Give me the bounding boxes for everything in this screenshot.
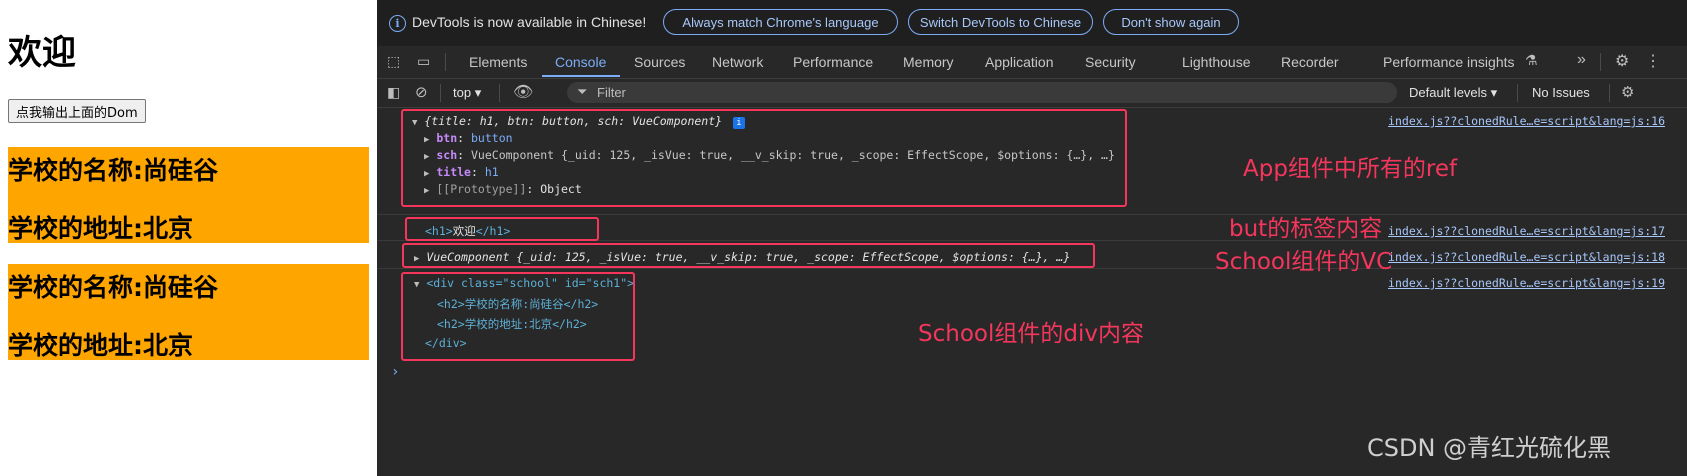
school-address: 学校的地址:北京 — [8, 214, 193, 243]
console-settings-icon[interactable]: ⚙ — [1621, 83, 1634, 101]
row-divider — [377, 214, 1687, 215]
toolbar-divider — [1517, 84, 1518, 102]
row-divider — [377, 268, 1687, 269]
toolbar-divider — [440, 84, 441, 102]
toolbar-divider — [499, 84, 500, 102]
inspect-element-icon[interactable]: ⬚ — [387, 53, 400, 70]
filter-icon: ⏷ — [577, 84, 588, 99]
console-prompt[interactable]: › — [391, 364, 399, 380]
tab-application[interactable]: Application — [985, 54, 1054, 70]
tab-memory[interactable]: Memory — [903, 54, 954, 70]
infobar-message: DevTools is now available in Chinese! — [412, 14, 647, 30]
tab-performance[interactable]: Performance — [793, 54, 873, 70]
tab-elements[interactable]: Elements — [469, 54, 527, 70]
toolbar-divider — [1600, 53, 1601, 71]
tab-security[interactable]: Security — [1085, 54, 1136, 70]
device-toolbar-icon[interactable]: ▭ — [417, 53, 430, 70]
sidebar-toggle-icon[interactable]: ◧ — [387, 84, 400, 101]
source-link[interactable]: index.js??clonedRule…e=script&lang=js:16 — [1388, 114, 1665, 128]
source-link[interactable]: index.js??clonedRule…e=script&lang=js:18 — [1388, 250, 1665, 264]
filter-input[interactable] — [597, 85, 1297, 100]
source-link[interactable]: index.js??clonedRule…e=script&lang=js:19 — [1388, 276, 1665, 290]
annotation-box-h1 — [405, 217, 599, 241]
csdn-watermark: CSDN @青红光硫化黑 — [1367, 434, 1612, 462]
settings-gear-icon[interactable]: ⚙ — [1615, 51, 1629, 71]
school-address: 学校的地址:北京 — [8, 331, 193, 360]
more-tabs-icon[interactable]: » — [1577, 51, 1586, 69]
issues-counter[interactable]: No Issues — [1532, 85, 1590, 100]
school-name: 学校的名称:尚硅谷 — [8, 156, 218, 185]
annotation-vc-label: School组件的VC — [1215, 249, 1393, 275]
page-heading: 欢迎 — [8, 33, 76, 73]
print-dom-button[interactable]: 点我输出上面的Dom — [8, 99, 146, 123]
console-toolbar: ◧ ⊘ top ▾ 👁 ⏷ Default levels ▾ No Issues… — [377, 79, 1687, 108]
log-levels-dropdown[interactable]: Default levels ▾ — [1409, 85, 1497, 101]
tab-lighthouse[interactable]: Lighthouse — [1182, 54, 1251, 70]
clear-console-icon[interactable]: ⊘ — [415, 83, 428, 101]
info-icon: i — [389, 15, 406, 32]
flask-icon: ⚗ — [1525, 52, 1538, 68]
source-link[interactable]: index.js??clonedRule…e=script&lang=js:17 — [1388, 224, 1665, 238]
console-output: ▼ {title: h1, btn: button, sch: VueCompo… — [377, 108, 1687, 476]
tab-recorder[interactable]: Recorder — [1281, 54, 1339, 70]
toolbar-divider — [445, 53, 446, 71]
annotation-box-refs — [401, 109, 1127, 207]
school-component-2: 学校的名称:尚硅谷 学校的地址:北京 — [8, 264, 369, 360]
devtools-tabbar: ⬚ ▭ Elements Console Sources Network Per… — [377, 46, 1687, 79]
dont-show-again-button[interactable]: Don't show again — [1103, 9, 1239, 35]
filter-box: ⏷ — [567, 82, 1397, 103]
context-selector[interactable]: top ▾ — [453, 85, 481, 101]
tab-performance-insights[interactable]: Performance insights — [1383, 54, 1515, 70]
devtools-panel: i DevTools is now available in Chinese! … — [377, 0, 1687, 476]
tab-sources[interactable]: Sources — [634, 54, 685, 70]
match-language-button[interactable]: Always match Chrome's language — [663, 9, 898, 35]
app-page: 欢迎 点我输出上面的Dom 学校的名称:尚硅谷 学校的地址:北京 学校的名称:尚… — [0, 0, 377, 476]
school-component-1: 学校的名称:尚硅谷 学校的地址:北京 — [8, 147, 369, 243]
kebab-menu-icon[interactable]: ⋮ — [1645, 51, 1661, 71]
school-name: 学校的名称:尚硅谷 — [8, 273, 218, 302]
annotation-div-label: School组件的div内容 — [918, 321, 1144, 347]
annotation-h1-label: but的标签内容 — [1229, 216, 1383, 242]
switch-to-chinese-button[interactable]: Switch DevTools to Chinese — [908, 9, 1093, 35]
tab-network[interactable]: Network — [712, 54, 763, 70]
tab-console[interactable]: Console — [555, 54, 606, 70]
language-infobar: i DevTools is now available in Chinese! … — [377, 0, 1687, 46]
annotation-box-div — [401, 272, 635, 361]
annotation-box-vc — [402, 243, 1095, 268]
toolbar-divider — [1609, 84, 1610, 102]
active-tab-indicator — [542, 75, 620, 77]
live-expression-eye-icon[interactable]: 👁 — [513, 82, 533, 102]
annotation-refs-label: App组件中所有的ref — [1243, 156, 1458, 182]
